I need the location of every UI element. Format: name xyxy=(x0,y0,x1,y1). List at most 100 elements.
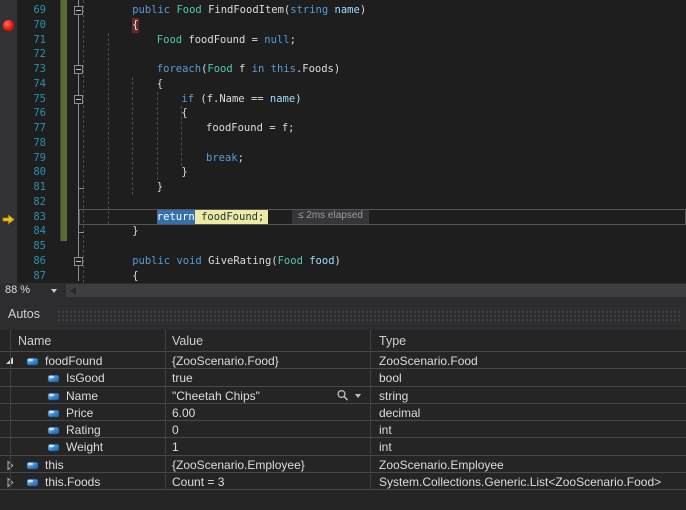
variable-type: bool xyxy=(379,370,402,386)
autos-row[interactable]: Name"Cheetah Chips"string xyxy=(0,387,686,404)
chevron-down-icon[interactable] xyxy=(355,394,361,398)
code-token: this xyxy=(271,62,296,77)
code-editor[interactable]: 69public Food FindFoodItem(string name)7… xyxy=(0,0,686,283)
code-text: } xyxy=(157,180,163,195)
grid-column-divider[interactable] xyxy=(165,330,166,490)
variable-name: this xyxy=(45,457,64,473)
zoom-level-label: 88 % xyxy=(5,284,30,296)
variable-name: this.Foods xyxy=(45,474,100,490)
column-header-name[interactable]: Name xyxy=(18,334,51,348)
column-header-type[interactable]: Type xyxy=(379,334,406,348)
code-token: } xyxy=(132,224,138,239)
line-number: 82 xyxy=(18,195,46,210)
code-token: if xyxy=(181,92,194,107)
variable-value[interactable]: 6.00 xyxy=(172,405,195,421)
autos-title: Autos xyxy=(8,307,40,321)
code-token: .Foods) xyxy=(296,62,340,77)
code-line[interactable]: 77foodFound = f; xyxy=(0,121,686,136)
code-token: name xyxy=(335,3,360,18)
autos-row[interactable]: Price6.00decimal xyxy=(0,404,686,421)
collapse-box-icon[interactable] xyxy=(74,95,83,104)
code-line[interactable]: 75if (f.Name == name) xyxy=(0,92,686,107)
code-line[interactable]: 78 xyxy=(0,136,686,151)
autos-row[interactable]: IsGoodtruebool xyxy=(0,369,686,386)
variable-value[interactable]: {ZooScenario.Employee} xyxy=(172,457,305,473)
code-token: ) xyxy=(335,254,341,269)
code-token: FindFoodItem( xyxy=(202,3,291,18)
line-number: 75 xyxy=(18,92,46,107)
autos-row[interactable]: Rating0int xyxy=(0,421,686,438)
text-visualizer-control[interactable] xyxy=(336,389,364,402)
variable-value[interactable]: true xyxy=(172,370,193,386)
code-token: } xyxy=(157,180,163,195)
collapse-box-icon[interactable] xyxy=(74,257,83,266)
horizontal-scrollbar[interactable] xyxy=(66,284,686,297)
code-token: public xyxy=(132,254,170,269)
variable-value[interactable]: 0 xyxy=(172,422,179,438)
code-text: Food foodFound = null; xyxy=(157,33,296,48)
variable-value[interactable]: 1 xyxy=(172,439,179,455)
code-line[interactable]: 81} xyxy=(0,180,686,195)
code-token: food xyxy=(309,254,334,269)
autos-row[interactable]: this {ZooScenario.Employee} ZooScenario.Em… xyxy=(0,456,686,473)
code-token: f xyxy=(233,62,252,77)
code-token: { xyxy=(132,269,138,283)
variable-type: ZooScenario.Food xyxy=(379,353,478,369)
chevron-down-icon xyxy=(51,289,57,293)
code-line[interactable]: 73foreach(Food f in this.Foods) xyxy=(0,62,686,77)
collapse-box-icon[interactable] xyxy=(74,65,83,74)
code-token: GiveRating( xyxy=(202,254,278,269)
code-line[interactable]: 84} xyxy=(0,224,686,239)
code-text: } xyxy=(181,165,187,180)
code-line[interactable]: 72 xyxy=(0,47,686,62)
code-line[interactable]: 74{ xyxy=(0,77,686,92)
variable-type: decimal xyxy=(379,405,420,421)
zoom-dropdown[interactable]: 88 % xyxy=(0,283,62,299)
perf-tip[interactable]: ≤ 2ms elapsed xyxy=(292,210,369,225)
line-number: 80 xyxy=(18,165,46,180)
autos-row[interactable]: this.FoodsCount = 3System.Collections.Ge… xyxy=(0,473,686,490)
breakpoint-icon[interactable] xyxy=(3,20,14,31)
code-line[interactable]: 70{ xyxy=(0,18,686,33)
line-number: 81 xyxy=(18,180,46,195)
code-text: break; xyxy=(206,151,244,166)
code-line[interactable]: ≤ 2ms elapsed83return foodFound; xyxy=(0,210,686,225)
code-line[interactable]: 87{ xyxy=(0,269,686,283)
code-text: public Food FindFoodItem(string name) xyxy=(132,3,366,18)
scrollbar-left-arrow-icon[interactable] xyxy=(70,287,76,295)
code-token: public xyxy=(132,3,170,18)
grid-column-divider[interactable] xyxy=(370,330,371,490)
autos-grid-header: Name Value Type xyxy=(0,330,686,352)
line-number: 74 xyxy=(18,77,46,92)
collapse-box-icon[interactable] xyxy=(74,6,83,15)
code-token: string xyxy=(290,3,328,18)
variable-value[interactable]: Count = 3 xyxy=(172,474,224,490)
code-line[interactable]: 82 xyxy=(0,195,686,210)
code-token: (f.Name == xyxy=(194,92,270,107)
variable-name: Name xyxy=(66,388,98,404)
code-line[interactable]: 69public Food FindFoodItem(string name) xyxy=(0,3,686,18)
code-line[interactable]: 86public void GiveRating(Food food) xyxy=(0,254,686,269)
autos-row[interactable]: foodFound{ZooScenario.Food}ZooScenario.F… xyxy=(0,352,686,369)
code-line[interactable]: 85 xyxy=(0,239,686,254)
variable-type: ZooScenario.Employee xyxy=(379,457,504,473)
variable-value[interactable]: "Cheetah Chips" xyxy=(172,388,260,404)
column-header-value[interactable]: Value xyxy=(172,334,203,348)
autos-row[interactable]: Weight1int xyxy=(0,438,686,455)
code-token: } xyxy=(181,165,187,180)
code-text: } xyxy=(132,224,138,239)
line-number: 77 xyxy=(18,121,46,136)
variable-value[interactable]: {ZooScenario.Food} xyxy=(172,353,279,369)
code-line[interactable]: 71Food foodFound = null; xyxy=(0,33,686,48)
code-token: in xyxy=(252,62,265,77)
code-lines: 69public Food FindFoodItem(string name)7… xyxy=(0,3,686,283)
code-line[interactable]: 76{ xyxy=(0,106,686,121)
autos-title-bar[interactable]: Autos xyxy=(0,299,686,330)
code-line[interactable]: 80} xyxy=(0,165,686,180)
code-token: { xyxy=(181,106,187,121)
code-line[interactable]: 79break; xyxy=(0,151,686,166)
code-token: Food xyxy=(157,33,182,48)
variable-name: Weight xyxy=(66,439,103,455)
code-token: return xyxy=(157,210,195,225)
variable-type: int xyxy=(379,422,392,438)
